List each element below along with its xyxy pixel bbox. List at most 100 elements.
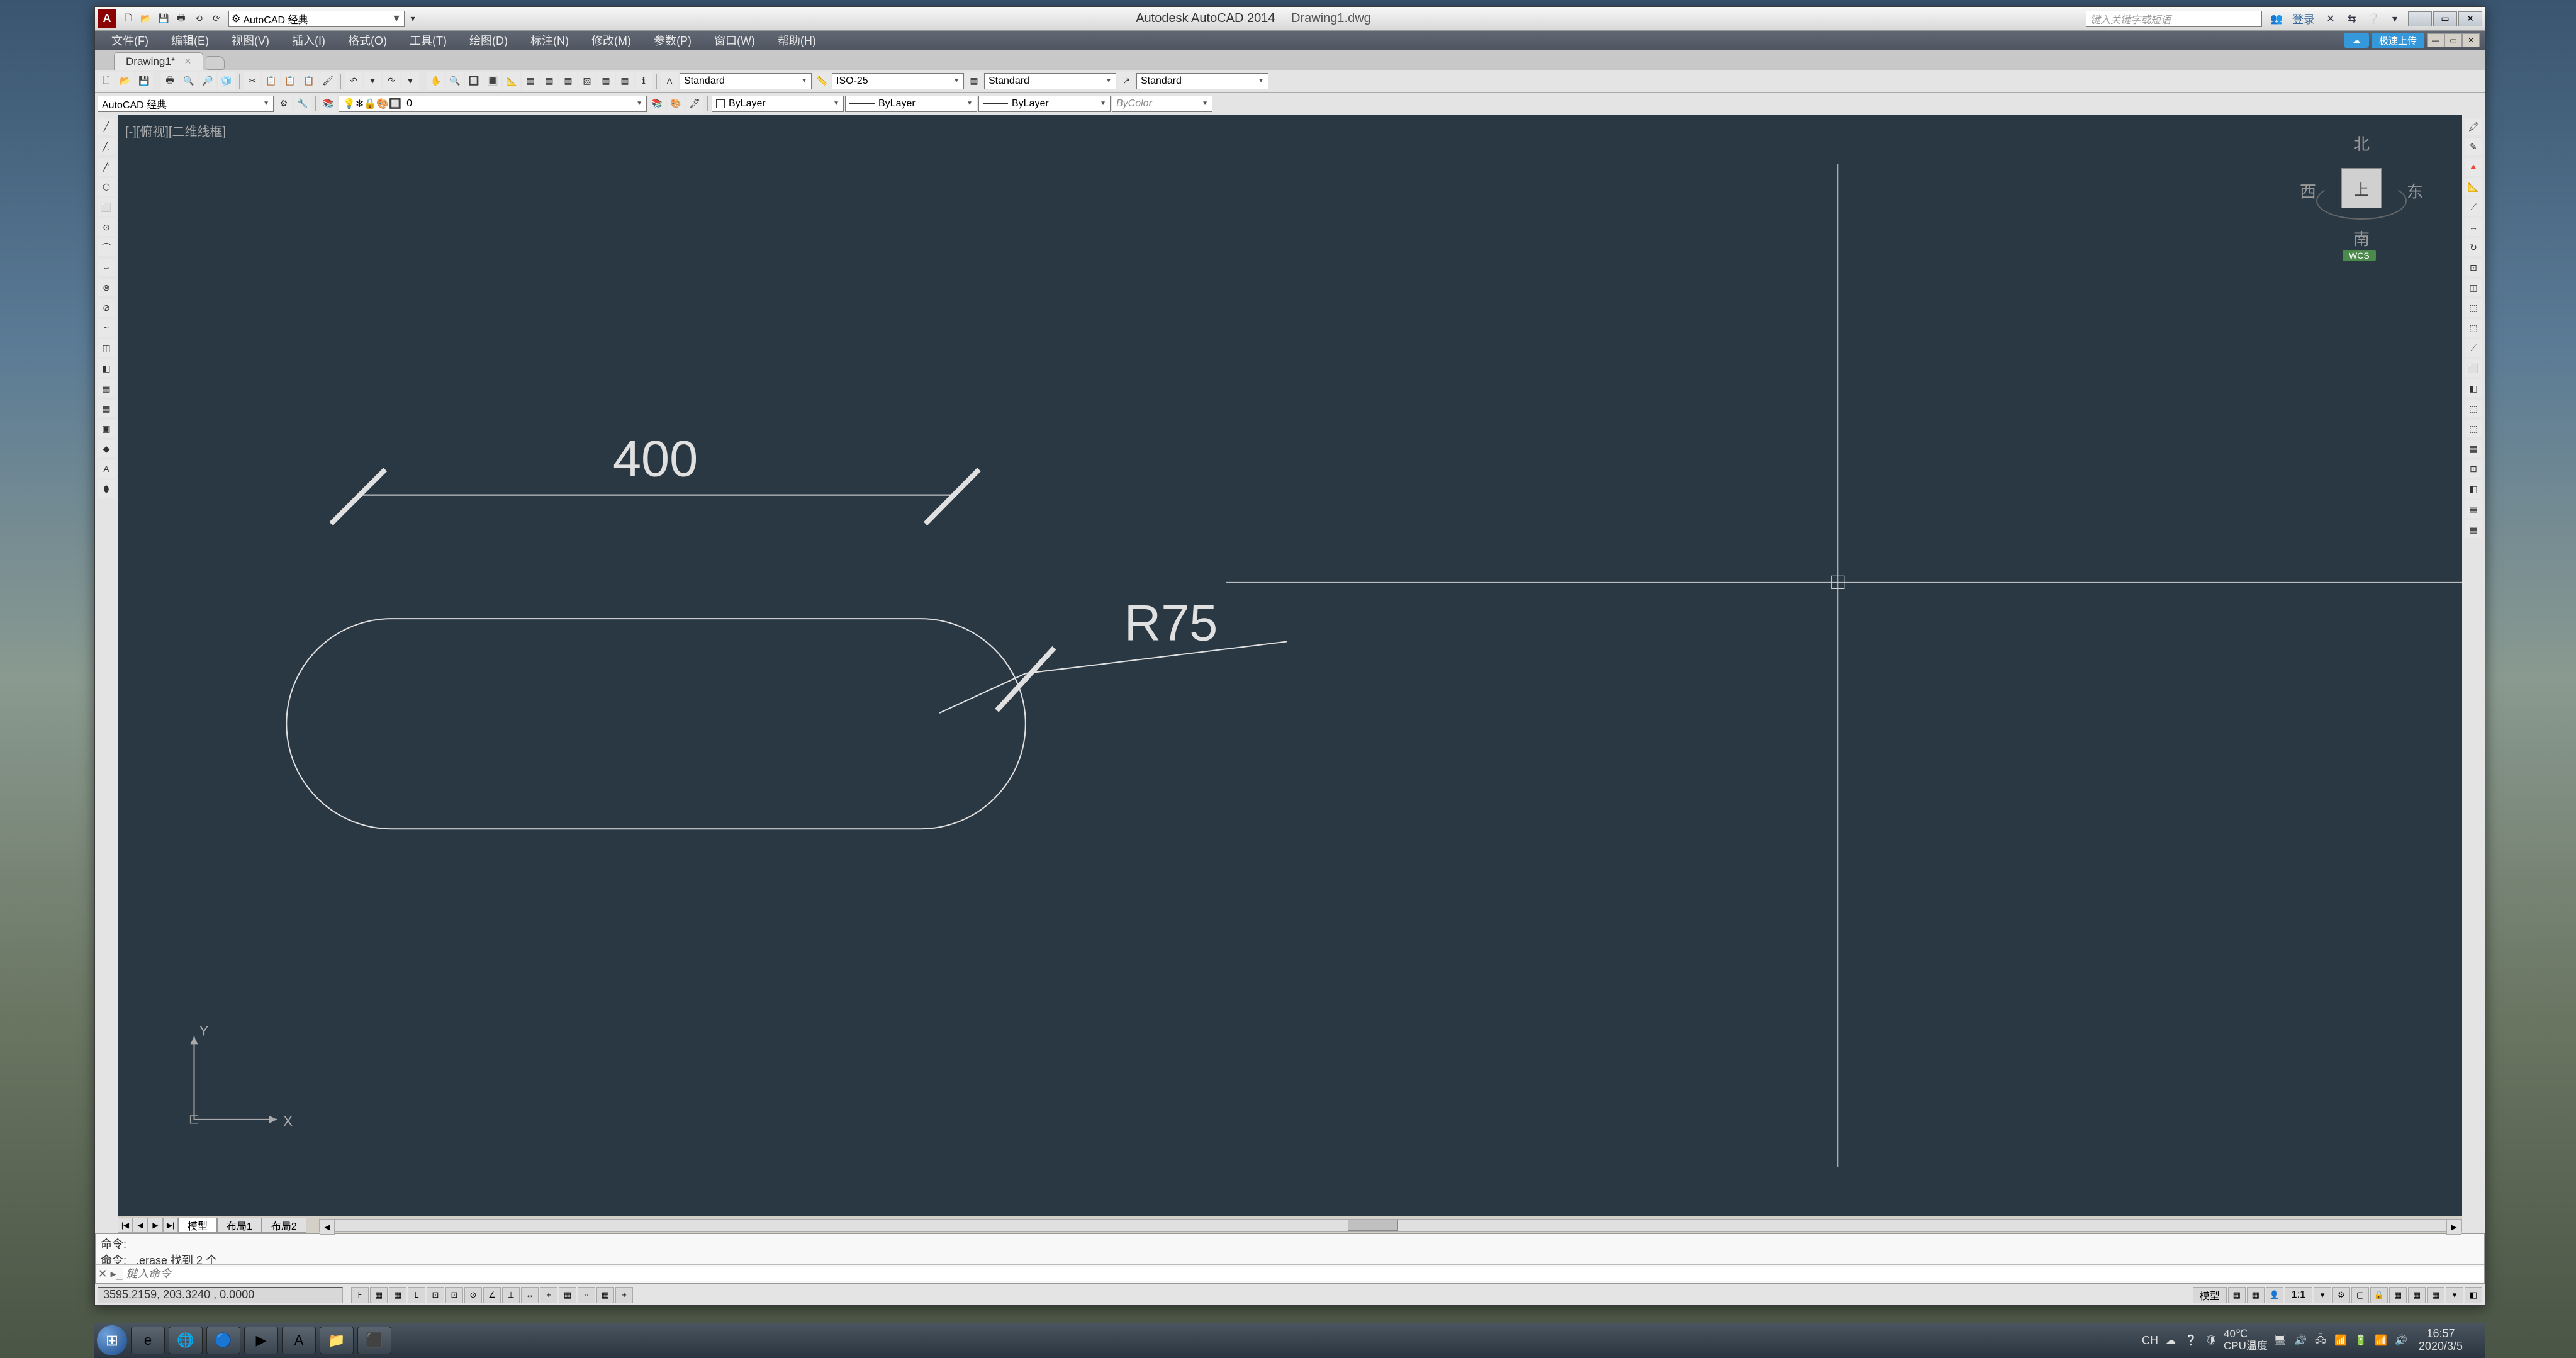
viewcube-top-face[interactable]: 上 [2341, 168, 2382, 208]
plot-icon[interactable]: 🖶 [161, 72, 179, 90]
line-icon[interactable]: ╱ [98, 118, 115, 135]
xline-icon[interactable]: ╱. [98, 138, 115, 155]
text-style-dropdown[interactable]: Standard ▼ [680, 73, 812, 89]
match-icon[interactable]: 📋 [300, 72, 318, 90]
qat-new-icon[interactable]: 🗋 [120, 11, 137, 27]
qat-print-icon[interactable]: 🖶 [173, 11, 189, 27]
hatch-icon[interactable]: ▦ [98, 400, 115, 417]
table-icon[interactable]: ⬮ [98, 480, 115, 498]
scale-icon[interactable]: ⊡ [2465, 259, 2482, 276]
erase-icon[interactable]: 🖍 [2465, 118, 2482, 135]
pan-icon[interactable]: ✋ [427, 72, 445, 90]
search-input[interactable]: 键入关键字或短语 [2086, 11, 2262, 27]
annotation-scale[interactable]: 1:1 [2285, 1287, 2312, 1303]
tab-close-icon[interactable]: ✕ [184, 56, 191, 67]
nav-next-icon[interactable]: ▶ [148, 1218, 163, 1233]
sub-close[interactable]: ✕ [2462, 33, 2480, 47]
mod20-icon[interactable]: ▦ [2465, 500, 2482, 518]
snap-toggle[interactable]: ⊦ [351, 1287, 369, 1303]
minimize-button[interactable]: — [2408, 11, 2432, 26]
sb-r12-icon[interactable]: ▾ [2446, 1287, 2463, 1303]
array-icon[interactable]: ⟋ [2465, 198, 2482, 216]
tray-sig-icon[interactable]: 📶 [2373, 1333, 2388, 1348]
exchange-icon[interactable]: ⇆ [2343, 10, 2361, 28]
open-icon[interactable]: 📂 [116, 72, 134, 90]
mod19-icon[interactable]: ◧ [2465, 480, 2482, 498]
sb-r11-icon[interactable]: ▦ [2427, 1287, 2444, 1303]
mod21-icon[interactable]: ▦ [2465, 520, 2482, 538]
props-icon[interactable]: 📐 [503, 72, 520, 90]
save-icon[interactable]: 💾 [135, 72, 153, 90]
revcloud-icon[interactable]: ⌣ [98, 259, 115, 276]
maximize-button[interactable]: ▭ [2433, 11, 2457, 26]
lwt-toggle[interactable]: ↔ [521, 1287, 539, 1303]
hscroll-right-icon[interactable]: ▶ [2446, 1220, 2461, 1235]
taskbar-clock[interactable]: 16:57 2020/3/5 [2419, 1328, 2463, 1353]
sub-minimize[interactable]: — [2427, 33, 2444, 47]
sb-clean-icon[interactable]: ◧ [2465, 1287, 2482, 1303]
sb-lock-icon[interactable]: 🔒 [2370, 1287, 2388, 1303]
textstyle-icon[interactable]: A [661, 72, 678, 90]
start-button[interactable]: ⊞ [97, 1325, 127, 1355]
taskbar-chrome-icon[interactable]: 🌐 [169, 1327, 203, 1354]
ellipse-icon[interactable]: ⊘ [98, 299, 115, 317]
hscroll-left-icon[interactable]: ◀ [320, 1220, 335, 1235]
explode-icon[interactable]: ⬚ [2465, 420, 2482, 437]
layermgr-icon[interactable]: 📚 [320, 95, 337, 113]
horizontal-scrollbar[interactable]: ◀ ▶ [319, 1219, 2462, 1232]
menu-view[interactable]: 视图(V) [220, 31, 281, 50]
plus-toggle[interactable]: + [615, 1287, 633, 1303]
circle-icon[interactable]: ⊙ [98, 218, 115, 236]
pline-icon[interactable]: ╱' [98, 158, 115, 176]
qat-save-icon[interactable]: 💾 [155, 11, 172, 27]
command-history[interactable]: 命令: 命令: _.erase 找到 2 个 [96, 1234, 2484, 1264]
tray-vol1-icon[interactable]: 🔊 [2293, 1333, 2308, 1348]
menu-parametric[interactable]: 参数(P) [642, 31, 703, 50]
taskbar-autocad-icon[interactable]: A [282, 1327, 316, 1354]
taskbar-media-icon[interactable]: ▶ [244, 1327, 278, 1354]
sb-r2-icon[interactable]: ▦ [2247, 1287, 2265, 1303]
sb-scale-dd-icon[interactable]: ▾ [2314, 1287, 2331, 1303]
nav-last-icon[interactable]: ▶| [163, 1218, 178, 1233]
mleaderstyle-icon[interactable]: ↗ [1117, 72, 1135, 90]
gradient-icon[interactable]: ▣ [98, 420, 115, 437]
nav-prev-icon[interactable]: ◀ [133, 1218, 148, 1233]
tray-vol2-icon[interactable]: 🔊 [2394, 1333, 2409, 1348]
tpy-toggle[interactable]: + [540, 1287, 557, 1303]
wcs-badge[interactable]: WCS [2343, 250, 2376, 261]
lineweight-dropdown[interactable]: ByLayer ▼ [978, 96, 1111, 112]
sb-r9-icon[interactable]: ▦ [2389, 1287, 2407, 1303]
tablestyle-icon[interactable]: ▦ [965, 72, 983, 90]
hscroll-thumb[interactable] [1348, 1220, 1398, 1231]
infocenter-signin-icon[interactable]: 👥 [2267, 10, 2286, 28]
block-icon[interactable]: ◧ [98, 359, 115, 377]
viewcube-east[interactable]: 东 [2407, 179, 2423, 203]
command-input[interactable] [123, 1267, 2484, 1281]
fillet-icon[interactable]: ⬚ [2465, 400, 2482, 417]
tray-help-icon[interactable]: ❔ [2183, 1333, 2198, 1348]
menu-dimension[interactable]: 标注(N) [519, 31, 580, 50]
tray-monitor-icon[interactable]: 🖥 [2273, 1333, 2288, 1348]
trim-icon[interactable]: ⬚ [2465, 299, 2482, 317]
cut-icon[interactable]: ✂ [244, 72, 261, 90]
spline-icon[interactable]: ⊗ [98, 279, 115, 296]
tray-wifi-icon[interactable]: 📶 [2333, 1333, 2348, 1348]
plotstyle-dropdown[interactable]: ByColor ▼ [1112, 96, 1212, 112]
break-icon[interactable]: ⟋ [2465, 339, 2482, 357]
qat-customize-icon[interactable]: ▾ [405, 11, 421, 27]
menu-help[interactable]: 帮助(H) [766, 31, 827, 50]
qc-icon[interactable]: ▦ [597, 72, 615, 90]
3dosnap-toggle[interactable]: ⊡ [445, 1287, 463, 1303]
ducs-toggle[interactable]: ∠ [483, 1287, 501, 1303]
mod17-icon[interactable]: ▦ [2465, 440, 2482, 457]
cloud-icon[interactable]: ☁ [2344, 33, 2369, 48]
coordinate-display[interactable]: 3595.2159, 203.3240 , 0.0000 [98, 1287, 343, 1303]
viewcube-south[interactable]: 南 [2353, 227, 2370, 250]
tray-cloud-icon[interactable]: ☁ [2163, 1333, 2178, 1348]
ssm-icon[interactable]: ▦ [559, 72, 577, 90]
grid-toggle[interactable]: ▦ [370, 1287, 388, 1303]
menu-draw[interactable]: 绘图(D) [458, 31, 519, 50]
insert-icon[interactable]: ◫ [98, 339, 115, 357]
show-desktop-button[interactable] [2473, 1325, 2483, 1355]
cmd-close-icon[interactable]: ✕ [96, 1267, 109, 1281]
